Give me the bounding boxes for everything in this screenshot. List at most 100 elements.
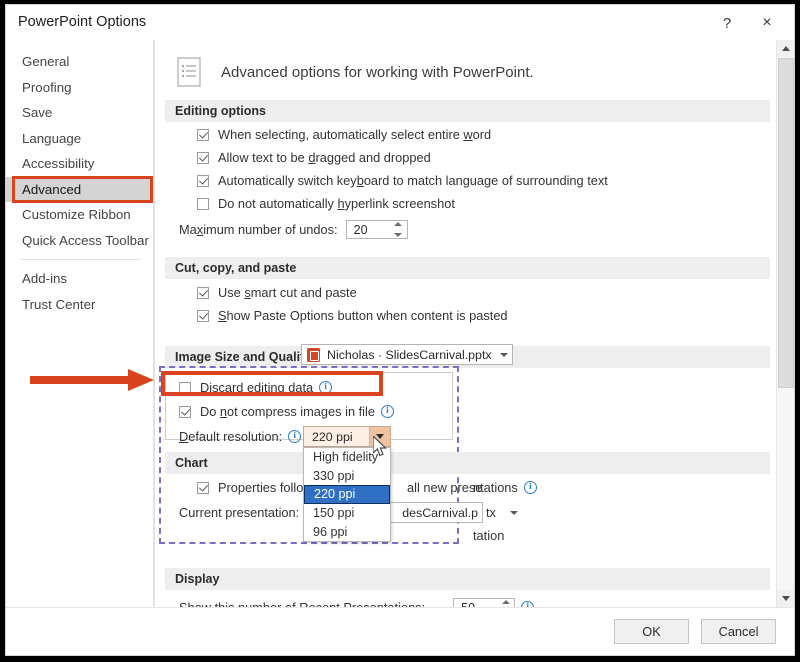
- sidebar-item-general[interactable]: General: [6, 49, 153, 75]
- dropdown-option-330-ppi[interactable]: 330 ppi: [304, 467, 390, 486]
- label-recent-presentations: Show this number of Recent Presentations…: [179, 600, 425, 607]
- default-resolution-value: 220 ppi: [312, 429, 353, 444]
- sidebar-nav: General Proofing Save Language Accessibi…: [6, 40, 154, 607]
- checkbox-row-smart-cut-paste[interactable]: Use smart cut and paste: [197, 285, 357, 300]
- checkbox-select-entire-word[interactable]: [197, 128, 209, 141]
- default-resolution-dropdown-list[interactable]: High fidelity 330 ppi 220 ppi 150 ppi 96…: [303, 447, 391, 542]
- file-scope-value: Nicholas · SlidesCarnival.pptx: [327, 347, 492, 362]
- section-header-editing-options: Editing options: [165, 100, 770, 122]
- dropdown-arrow-icon[interactable]: [369, 427, 390, 446]
- section-header-display: Display: [165, 568, 770, 590]
- sidebar-item-quick-access-toolbar[interactable]: Quick Access Toolbar: [6, 228, 153, 254]
- label-properties-follow-chart-tail: ntations: [473, 480, 518, 495]
- checkbox-switch-keyboard[interactable]: [197, 174, 209, 187]
- pane-header-text: Advanced options for working with PowerP…: [221, 63, 534, 81]
- info-icon-discard-editing-data[interactable]: i: [319, 381, 333, 394]
- checkbox-properties-follow-chart[interactable]: [197, 481, 209, 494]
- current-presentation-row: Current presentation:: [179, 505, 299, 520]
- current-presentation-combo-tail[interactable]: tx: [486, 505, 518, 520]
- checkbox-smart-cut-paste[interactable]: [197, 286, 209, 299]
- label-current-presentation: Current presentation:: [179, 505, 300, 520]
- label-select-entire-word: When selecting, automatically select ent…: [218, 127, 492, 142]
- vertical-scrollbar[interactable]: [776, 40, 794, 607]
- checkbox-show-paste-options[interactable]: [197, 309, 209, 322]
- recent-presentations-stepper[interactable]: 50: [453, 598, 516, 607]
- label-properties-follow-chart-tail-group: ntations i: [473, 480, 537, 495]
- info-icon-properties-follow-chart[interactable]: i: [523, 481, 537, 494]
- chevron-down-icon-current-presentation[interactable]: [509, 510, 518, 515]
- label-properties-follow-chart-right-group: all new prese: [407, 480, 482, 495]
- dialog-footer: OK Cancel: [6, 607, 794, 655]
- undos-row: Maximum number of undos: 20: [179, 220, 408, 239]
- powerpoint-file-icon: [307, 347, 320, 362]
- label-properties-follow-chart-right: all new prese: [407, 480, 483, 495]
- label-smart-cut-paste: Use smart cut and paste: [218, 285, 357, 300]
- file-scope-combo[interactable]: Nicholas · SlidesCarnival.pptx: [301, 344, 513, 365]
- dropdown-option-150-ppi[interactable]: 150 ppi: [304, 504, 390, 523]
- sidebar-divider: [20, 259, 141, 260]
- label-hyperlink-screenshot: Do not automatically hyperlink screensho…: [218, 196, 455, 211]
- chevron-down-icon[interactable]: [499, 352, 508, 357]
- section-header-chart: Chart: [165, 452, 770, 474]
- checkbox-row-discard-editing-data[interactable]: Discard editing data i: [179, 380, 333, 395]
- default-resolution-row: Default resolution: i: [179, 429, 302, 444]
- checkbox-drag-and-drop[interactable]: [197, 151, 209, 164]
- section-header-cut-copy-paste: Cut, copy, and paste: [165, 257, 770, 279]
- sidebar-item-advanced[interactable]: Advanced: [6, 176, 153, 202]
- checkbox-row-switch-keyboard[interactable]: Automatically switch keyboard to match l…: [197, 173, 608, 188]
- screenshot-root: PowerPoint Options ? × General Proofing …: [0, 0, 800, 662]
- label-discard-editing-data: Discard editing data: [200, 380, 314, 395]
- ok-button[interactable]: OK: [614, 619, 689, 644]
- info-icon-default-resolution[interactable]: i: [288, 430, 302, 443]
- pane-header: Advanced options for working with PowerP…: [169, 50, 766, 94]
- label-max-undos: Maximum number of undos:: [179, 222, 338, 237]
- pane-scroll-content: Advanced options for working with PowerP…: [154, 40, 776, 607]
- dropdown-option-220-ppi[interactable]: 220 ppi: [304, 485, 390, 504]
- sidebar-item-trust-center[interactable]: Trust Center: [6, 292, 153, 318]
- sidebar-item-language[interactable]: Language: [6, 126, 153, 152]
- label-drag-and-drop: Allow text to be dragged and dropped: [218, 150, 431, 165]
- checkbox-row-drag-and-drop[interactable]: Allow text to be dragged and dropped: [197, 150, 431, 165]
- help-icon[interactable]: ?: [710, 11, 744, 35]
- page-title: PowerPoint Options: [18, 14, 147, 30]
- scroll-down-arrow-icon[interactable]: [777, 590, 794, 607]
- close-icon[interactable]: ×: [750, 11, 784, 35]
- stepper-arrows-recent[interactable]: [500, 600, 511, 607]
- recent-presentations-row: Show this number of Recent Presentations…: [179, 598, 535, 607]
- sidebar-item-save[interactable]: Save: [6, 100, 153, 126]
- dropdown-option-high-fidelity[interactable]: High fidelity: [304, 448, 390, 467]
- sidebar-item-accessibility[interactable]: Accessibility: [6, 151, 153, 177]
- sidebar-item-proofing[interactable]: Proofing: [6, 75, 153, 101]
- checkbox-row-select-entire-word[interactable]: When selecting, automatically select ent…: [197, 127, 491, 142]
- scrollbar-thumb[interactable]: [778, 58, 794, 388]
- chart-tail-text: tation: [473, 528, 505, 543]
- current-presentation-value-end: tx: [486, 505, 496, 520]
- document-icon: [177, 57, 201, 87]
- stepper-arrows-undos[interactable]: [393, 222, 404, 237]
- current-presentation-value: desCarnival.p: [402, 505, 478, 520]
- checkbox-discard-editing-data[interactable]: [179, 381, 191, 394]
- checkbox-do-not-compress[interactable]: [179, 405, 191, 418]
- checkbox-row-do-not-compress[interactable]: Do not compress images in file i: [179, 404, 394, 419]
- dialog-body: General Proofing Save Language Accessibi…: [6, 40, 794, 607]
- label-show-paste-options: Show Paste Options button when content i…: [218, 308, 508, 323]
- checkbox-hyperlink-screenshot[interactable]: [197, 197, 209, 210]
- sidebar-item-customize-ribbon[interactable]: Customize Ribbon: [6, 202, 153, 228]
- label-do-not-compress: Do not compress images in file: [200, 404, 375, 419]
- scroll-up-arrow-icon[interactable]: [777, 40, 794, 57]
- label-default-resolution: Default resolution:: [179, 429, 283, 444]
- info-icon-do-not-compress[interactable]: i: [380, 405, 394, 418]
- label-switch-keyboard: Automatically switch keyboard to match l…: [218, 173, 608, 188]
- max-undos-value: 20: [353, 222, 368, 237]
- advanced-options-pane: Advanced options for working with PowerP…: [154, 40, 794, 607]
- title-bar: PowerPoint Options ? ×: [6, 5, 794, 40]
- powerpoint-options-dialog: PowerPoint Options ? × General Proofing …: [5, 4, 795, 656]
- cancel-button[interactable]: Cancel: [701, 619, 776, 644]
- dropdown-option-96-ppi[interactable]: 96 ppi: [304, 523, 390, 542]
- checkbox-row-show-paste-options[interactable]: Show Paste Options button when content i…: [197, 308, 508, 323]
- checkbox-row-hyperlink-screenshot[interactable]: Do not automatically hyperlink screensho…: [197, 196, 455, 211]
- max-undos-stepper[interactable]: 20: [345, 220, 408, 239]
- default-resolution-combo[interactable]: 220 ppi: [303, 426, 391, 447]
- chart-tail-text-row: tation: [473, 528, 504, 543]
- sidebar-item-add-ins[interactable]: Add-ins: [6, 266, 153, 292]
